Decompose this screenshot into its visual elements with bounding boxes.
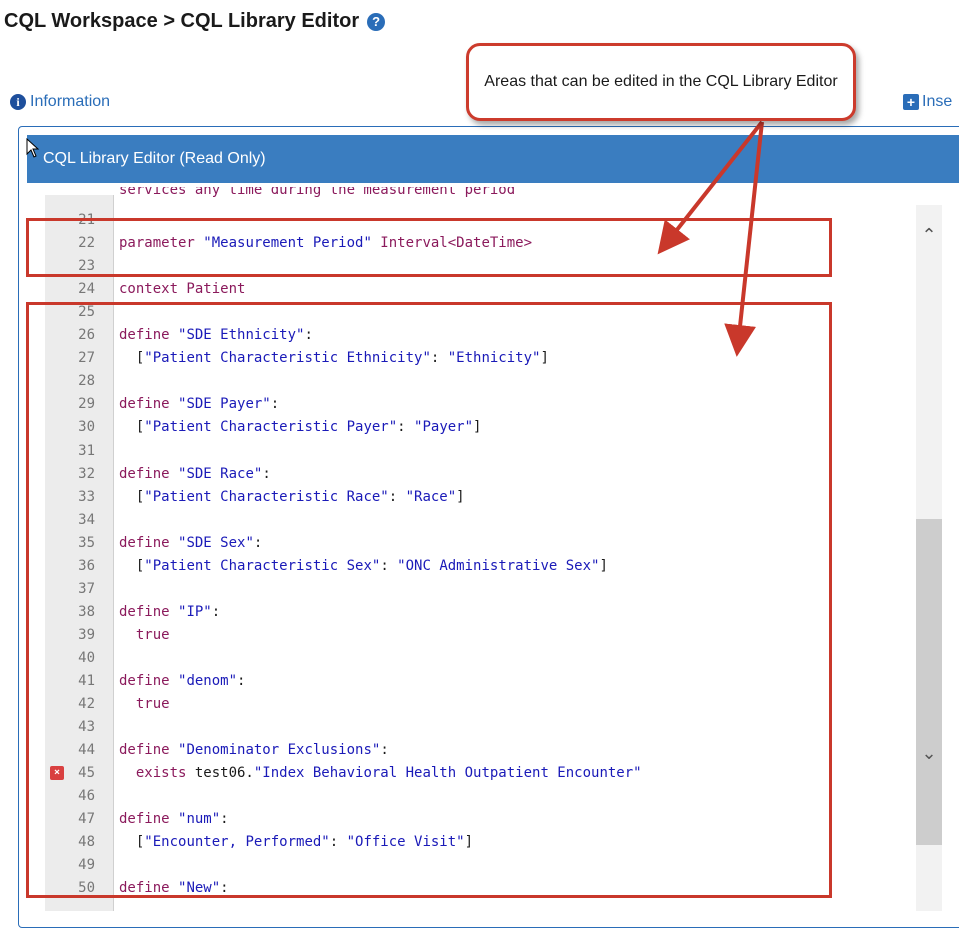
arrow-to-definitions [724,121,764,357]
arrow-to-parameter [657,120,764,255]
callout-box: Areas that can be edited in the CQL Libr… [466,43,856,121]
callout-text: Areas that can be edited in the CQL Libr… [484,73,838,90]
callout-arrows [657,120,764,357]
